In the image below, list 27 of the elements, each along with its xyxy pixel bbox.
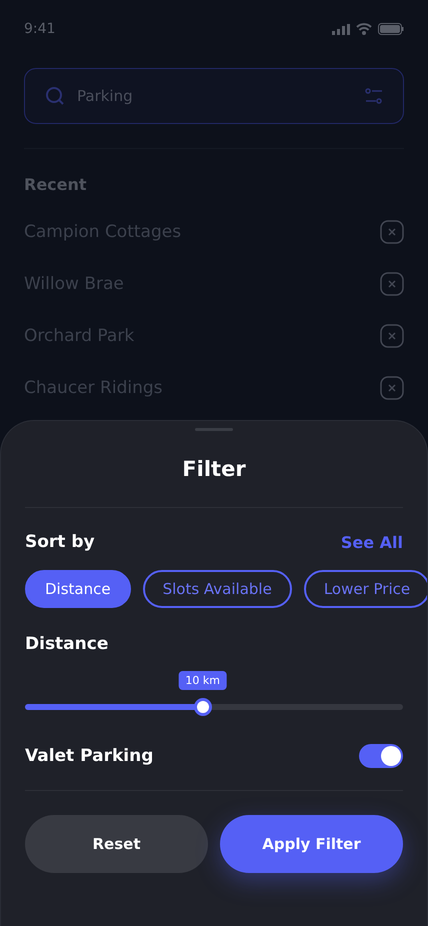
status-time: 9:41 [24,21,56,37]
sort-chip[interactable]: Lower Price [304,570,427,608]
sort-by-label: Sort by [25,532,95,552]
distance-slider[interactable] [25,698,403,716]
wifi-icon [356,23,372,35]
search-field[interactable]: Parking [24,68,404,124]
reset-button[interactable]: Reset [25,815,208,873]
sort-chip[interactable]: Distance [25,570,131,608]
slider-value: 10 km [178,671,227,690]
valet-parking-label: Valet Parking [25,746,154,766]
close-icon[interactable] [380,324,404,348]
search-icon [45,86,65,106]
slider-thumb[interactable] [194,698,212,716]
search-text: Parking [77,87,134,105]
see-all-link[interactable]: See All [340,532,403,552]
sort-chip[interactable]: Slots Available [142,570,292,608]
distance-label: Distance [25,634,108,654]
sheet-title: Filter [181,457,247,481]
close-icon[interactable] [380,272,404,296]
battery-icon [378,23,404,35]
signal-icon [332,24,350,34]
close-icon[interactable] [380,220,404,244]
recent-heading: Recent [23,174,88,196]
apply-button[interactable]: Apply Filter [220,815,403,873]
close-icon[interactable] [380,376,404,400]
valet-toggle[interactable] [359,744,403,768]
settings-icon[interactable] [365,88,383,104]
